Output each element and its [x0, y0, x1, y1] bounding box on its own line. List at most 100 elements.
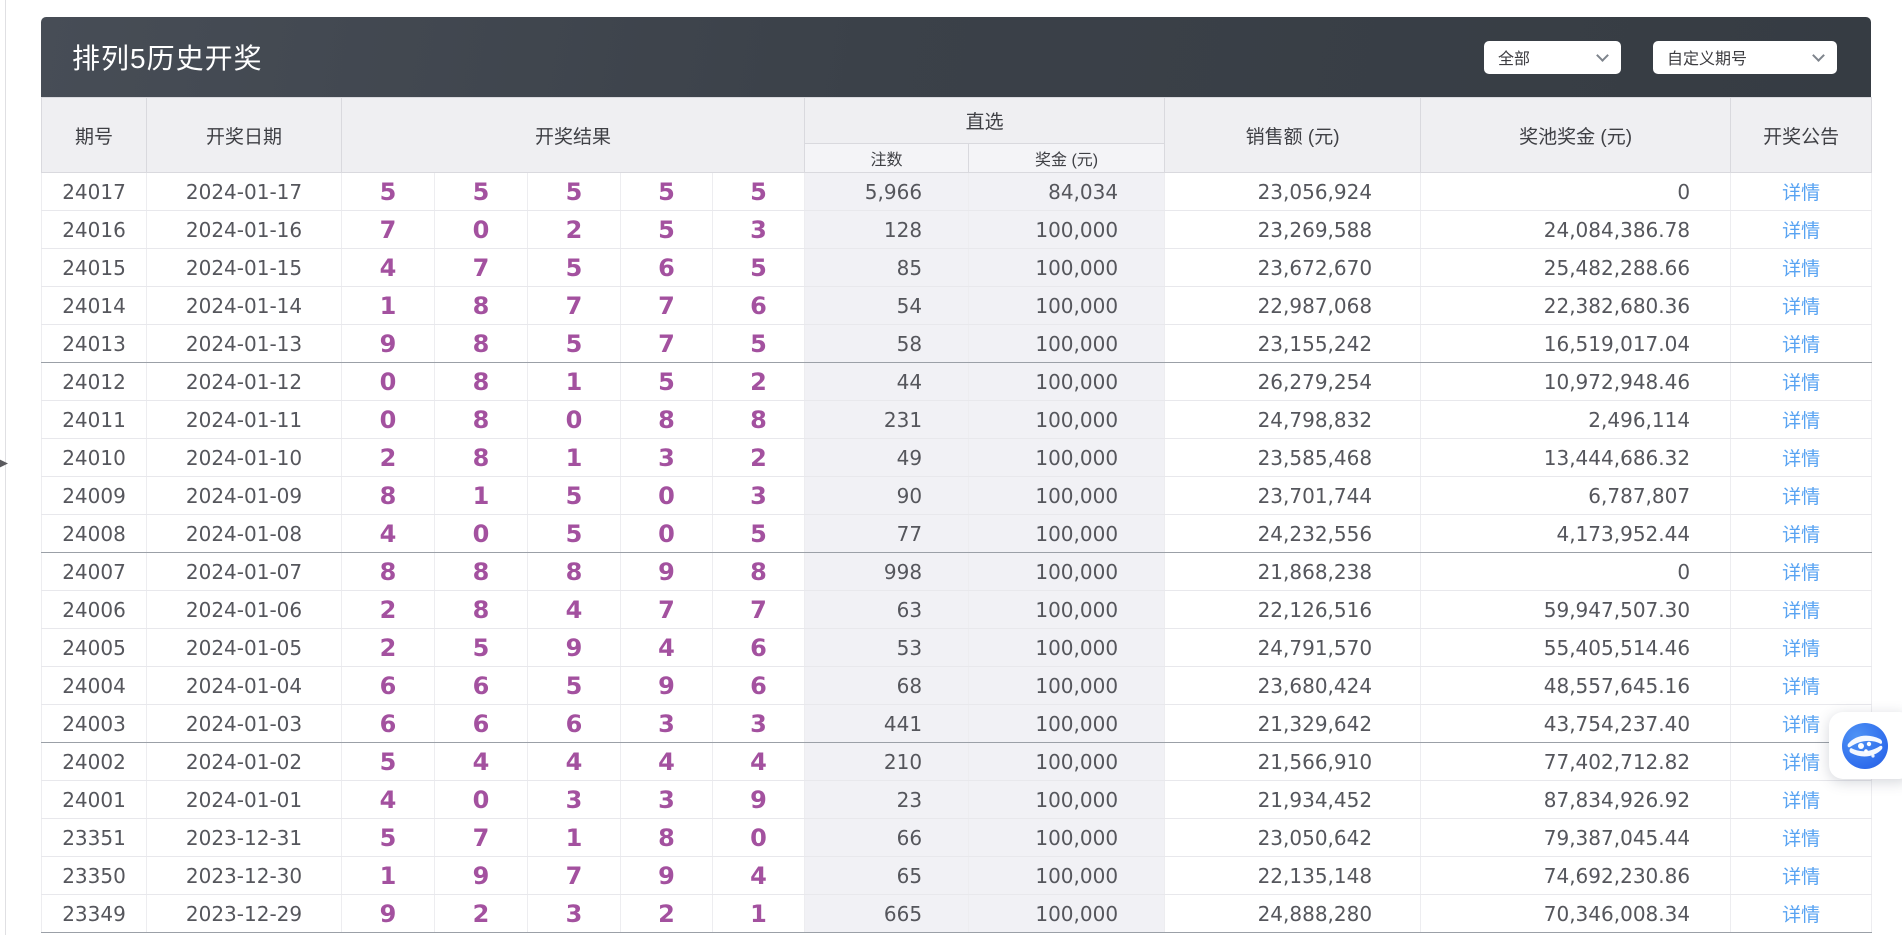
date-cell: 2024-01-16 [147, 211, 342, 249]
sales-cell: 23,269,588 [1165, 211, 1421, 249]
period-cell: 23349 [42, 895, 147, 933]
chevron-down-icon [1812, 49, 1825, 62]
detail-link[interactable]: 详情 [1782, 867, 1820, 888]
detail-link[interactable]: 详情 [1782, 183, 1820, 204]
result-digit-cell: 4 [713, 857, 805, 895]
period-cell: 24006 [42, 591, 147, 629]
sales-cell: 23,056,924 [1165, 173, 1421, 211]
result-digit-cell: 7 [621, 325, 713, 363]
result-digit-cell: 5 [528, 325, 621, 363]
result-digit-cell: 5 [342, 173, 435, 211]
prize-cell: 100,000 [969, 287, 1165, 325]
detail-link[interactable]: 详情 [1782, 335, 1820, 356]
period-cell: 24014 [42, 287, 147, 325]
result-digit-cell: 8 [435, 287, 528, 325]
result-digit-cell: 9 [528, 629, 621, 667]
period-cell: 24001 [42, 781, 147, 819]
pool-cell: 2,496,114 [1421, 401, 1731, 439]
history-table: 期号 开奖日期 开奖结果 直选 销售额 (元) 奖池奖金 (元) 开奖公告 注数… [41, 97, 1872, 933]
date-cell: 2024-01-07 [147, 553, 342, 591]
result-digit-cell: 5 [528, 173, 621, 211]
sales-cell: 23,050,642 [1165, 819, 1421, 857]
detail-link[interactable]: 详情 [1782, 829, 1820, 850]
table-row: 240042024-01-046659668100,00023,680,4244… [42, 667, 1872, 705]
pool-cell: 48,557,645.16 [1421, 667, 1731, 705]
left-edge-marker [0, 458, 8, 469]
floating-assistant-button[interactable] [1829, 712, 1902, 779]
date-cell: 2024-01-03 [147, 705, 342, 743]
result-digit-cell: 6 [621, 249, 713, 287]
result-digit-cell: 1 [435, 477, 528, 515]
detail-cell: 详情 [1731, 401, 1872, 439]
result-digit-cell: 9 [713, 781, 805, 819]
period-filter-value: 自定义期号 [1667, 45, 1747, 69]
date-cell: 2023-12-31 [147, 819, 342, 857]
detail-link[interactable]: 详情 [1782, 905, 1820, 926]
table-row: 240082024-01-084050577100,00024,232,5564… [42, 515, 1872, 553]
detail-link[interactable]: 详情 [1782, 639, 1820, 660]
sales-cell: 21,868,238 [1165, 553, 1421, 591]
detail-link[interactable]: 详情 [1782, 259, 1820, 280]
sales-cell: 22,135,148 [1165, 857, 1421, 895]
detail-link[interactable]: 详情 [1782, 221, 1820, 242]
detail-link[interactable]: 详情 [1782, 677, 1820, 698]
result-digit-cell: 3 [713, 211, 805, 249]
bets-cell: 5,966 [805, 173, 969, 211]
period-cell: 24004 [42, 667, 147, 705]
detail-cell: 详情 [1731, 211, 1872, 249]
detail-link[interactable]: 详情 [1782, 563, 1820, 584]
detail-link[interactable]: 详情 [1782, 373, 1820, 394]
date-cell: 2024-01-06 [147, 591, 342, 629]
detail-link[interactable]: 详情 [1782, 601, 1820, 622]
result-digit-cell: 7 [342, 211, 435, 249]
date-cell: 2024-01-10 [147, 439, 342, 477]
detail-link[interactable]: 详情 [1782, 449, 1820, 470]
prize-cell: 100,000 [969, 629, 1165, 667]
period-filter-select[interactable]: 自定义期号 [1653, 41, 1837, 74]
result-digit-cell: 3 [713, 705, 805, 743]
sales-cell: 24,791,570 [1165, 629, 1421, 667]
detail-link[interactable]: 详情 [1782, 791, 1820, 812]
detail-link[interactable]: 详情 [1782, 487, 1820, 508]
table-row: 240152024-01-154756585100,00023,672,6702… [42, 249, 1872, 287]
result-digit-cell: 1 [528, 439, 621, 477]
pool-cell: 22,382,680.36 [1421, 287, 1731, 325]
detail-link[interactable]: 详情 [1782, 753, 1820, 774]
page-title: 排列5历史开奖 [72, 37, 263, 77]
result-digit-cell: 6 [713, 629, 805, 667]
pool-cell: 87,834,926.92 [1421, 781, 1731, 819]
result-digit-cell: 9 [435, 857, 528, 895]
period-cell: 23351 [42, 819, 147, 857]
result-digit-cell: 7 [621, 591, 713, 629]
result-digit-cell: 6 [713, 667, 805, 705]
detail-cell: 详情 [1731, 895, 1872, 933]
detail-link[interactable]: 详情 [1782, 715, 1820, 736]
sales-cell: 26,279,254 [1165, 363, 1421, 401]
detail-cell: 详情 [1731, 591, 1872, 629]
result-digit-cell: 6 [528, 705, 621, 743]
result-digit-cell: 5 [528, 249, 621, 287]
result-digit-cell: 4 [435, 743, 528, 781]
result-digit-cell: 7 [528, 857, 621, 895]
result-digit-cell: 6 [435, 667, 528, 705]
period-cell: 24007 [42, 553, 147, 591]
result-digit-cell: 2 [342, 591, 435, 629]
type-filter-select[interactable]: 全部 [1484, 41, 1621, 74]
table-row: 240062024-01-062847763100,00022,126,5165… [42, 591, 1872, 629]
detail-link[interactable]: 详情 [1782, 525, 1820, 546]
pool-cell: 74,692,230.86 [1421, 857, 1731, 895]
bets-cell: 128 [805, 211, 969, 249]
prize-cell: 100,000 [969, 515, 1165, 553]
table-row: 240022024-01-0254444210100,00021,566,910… [42, 743, 1872, 781]
detail-link[interactable]: 详情 [1782, 297, 1820, 318]
period-cell: 24015 [42, 249, 147, 287]
result-digit-cell: 6 [713, 287, 805, 325]
date-cell: 2024-01-13 [147, 325, 342, 363]
result-digit-cell: 9 [621, 553, 713, 591]
detail-link[interactable]: 详情 [1782, 411, 1820, 432]
date-cell: 2024-01-11 [147, 401, 342, 439]
bets-cell: 998 [805, 553, 969, 591]
result-digit-cell: 0 [342, 363, 435, 401]
assistant-icon [1842, 723, 1888, 769]
result-digit-cell: 8 [435, 325, 528, 363]
